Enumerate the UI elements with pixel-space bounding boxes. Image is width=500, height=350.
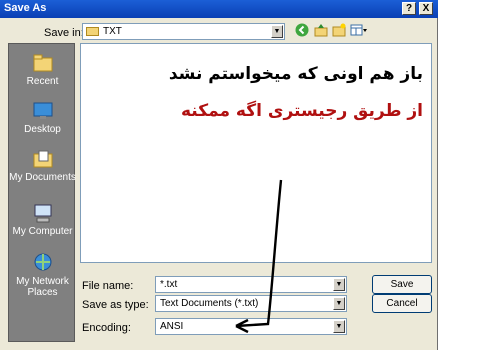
save-as-type-value: Text Documents (*.txt) <box>160 298 259 309</box>
my-documents-icon <box>33 150 52 168</box>
chevron-down-icon: ▼ <box>271 25 283 38</box>
views-menu-icon[interactable] <box>350 23 368 41</box>
encoding-dropdown[interactable]: ANSI ▼ <box>155 318 347 335</box>
window-title: Save As <box>4 2 47 14</box>
my-computer-icon <box>34 204 51 223</box>
places-bar: Recent Desktop My Documents My Computer … <box>8 43 76 342</box>
chevron-down-icon: ▼ <box>333 320 345 333</box>
chevron-down-icon: ▼ <box>333 297 345 310</box>
save-as-type-label: Save as type: <box>82 299 149 311</box>
cancel-button[interactable]: Cancel <box>372 294 432 313</box>
save-in-dropdown[interactable]: TXT ▼ <box>82 23 285 40</box>
place-recent[interactable]: Recent <box>9 52 76 87</box>
chevron-down-icon: ▼ <box>333 278 345 291</box>
network-icon <box>34 253 51 271</box>
save-as-dialog: Save As ? X Save in: TXT ▼ Recent Deskto… <box>0 0 438 350</box>
save-button[interactable]: Save <box>372 275 432 294</box>
recent-icon <box>33 54 52 72</box>
file-name-label: File name: <box>82 280 134 292</box>
place-my-documents[interactable]: My Documents <box>9 148 76 183</box>
cancel-button-label: Cancel <box>386 298 418 309</box>
place-desktop[interactable]: Desktop <box>9 100 76 135</box>
save-in-value: TXT <box>103 26 122 37</box>
help-button[interactable]: ? <box>402 2 416 15</box>
encoding-label: Encoding: <box>82 322 131 334</box>
back-icon[interactable] <box>294 23 310 41</box>
encoding-value: ANSI <box>160 321 184 332</box>
file-name-value: *.txt <box>160 279 178 290</box>
folder-icon <box>86 27 99 36</box>
place-my-computer[interactable]: My Computer <box>9 202 76 237</box>
file-name-input[interactable]: *.txt ▼ <box>155 276 347 293</box>
title-bar: Save As ? X <box>0 0 438 18</box>
new-folder-icon[interactable] <box>332 23 346 41</box>
desktop-icon <box>33 102 52 119</box>
save-in-label: Save in: <box>44 27 84 39</box>
save-button-label: Save <box>390 279 414 290</box>
close-button[interactable]: X <box>419 2 433 15</box>
annotation-line-1: باز هم اونی که میخواستم نشد <box>168 64 423 84</box>
annotation-line-2: از طریق رجیستری اگه ممکنه <box>180 101 423 121</box>
file-list-area[interactable]: باز هم اونی که میخواستم نشد از طریق رجیس… <box>80 43 432 263</box>
place-my-network[interactable]: My Network Places <box>9 252 76 298</box>
up-folder-icon[interactable] <box>314 23 328 41</box>
save-as-type-dropdown[interactable]: Text Documents (*.txt) ▼ <box>155 295 347 312</box>
